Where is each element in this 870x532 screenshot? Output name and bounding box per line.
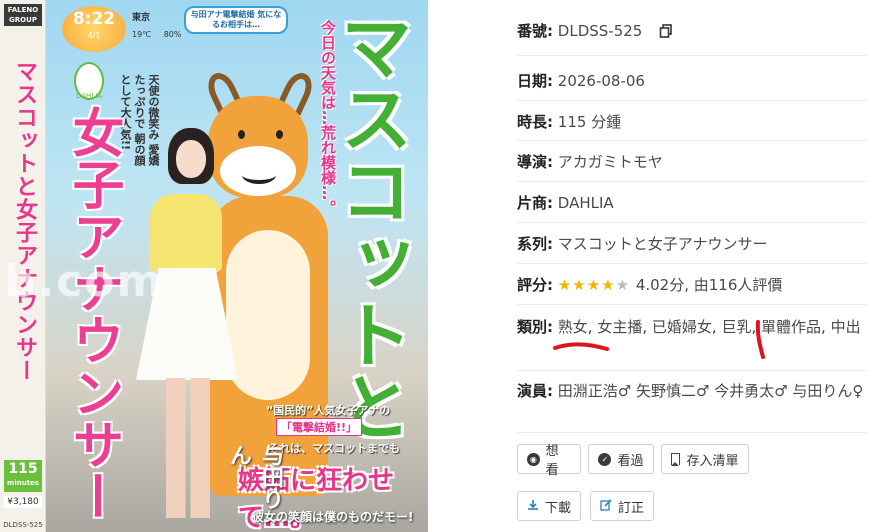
genre-link[interactable]: 中出 (831, 318, 861, 336)
divider (517, 140, 867, 141)
director-link[interactable]: アカガミトモヤ (558, 153, 663, 171)
length-label: 時長: (517, 113, 553, 131)
genre-link[interactable]: 巨乳 (721, 318, 751, 336)
divider (517, 370, 867, 371)
clock-date: 4/1 (87, 31, 101, 40)
mascot-smile (242, 166, 276, 184)
cover-actress-name: 与田りん (226, 444, 283, 510)
copy-icon[interactable] (659, 22, 673, 38)
mascot-eye-left (238, 130, 245, 139)
cover-quote-1: “国民的”人気女子アナの (266, 404, 391, 417)
genre-link[interactable]: 熟女 (558, 318, 588, 336)
watched-button[interactable]: ✓ 看過 (588, 444, 654, 474)
divider (517, 432, 867, 433)
download-label: 下載 (545, 500, 572, 516)
correct-label: 訂正 (618, 500, 645, 516)
director-row: 導演: アカガミトモヤ (517, 151, 867, 173)
clock-time: 8:22 (72, 9, 116, 29)
save-to-list-button[interactable]: 存入清單 (661, 444, 749, 474)
eye-icon: ◉ (527, 452, 540, 466)
star-icon: ★ (586, 276, 602, 294)
star-icon: ★ (572, 276, 587, 294)
minutes-value: 115 (8, 461, 38, 477)
bookmark-icon (671, 453, 681, 466)
watched-label: 看過 (617, 453, 644, 469)
divider (517, 100, 867, 101)
genre-link[interactable]: 單體作品 (761, 318, 821, 336)
faleno-logo: FALENO GROUP (4, 4, 42, 26)
divider (517, 55, 867, 56)
cover-title-main: 女子アナウンサー (63, 106, 123, 522)
series-label: 系列: (517, 235, 553, 253)
length-row: 時長: 115 分鍾 (517, 111, 867, 133)
spine-price: ¥3,180 (4, 496, 42, 508)
download-button[interactable]: 下載 (517, 491, 581, 521)
spine-code: DLDSS-525 (3, 521, 43, 529)
actor-row: 演員: 田淵正浩♂ 矢野慎二♂ 今井勇太♂ 与田りん♀ (517, 380, 867, 403)
rating-label: 評分: (517, 276, 553, 294)
star-icon: ★ (557, 276, 573, 294)
cover-quote-3: それは、マスコットまでも (268, 442, 400, 455)
date-row: 日期: 2026-08-06 (517, 70, 867, 92)
star-icon: ★ (615, 276, 631, 294)
minutes-label: minutes (7, 479, 39, 487)
length-value: 115 分鍾 (557, 113, 622, 131)
want-button[interactable]: ◉ 想看 (517, 444, 581, 478)
code-label: 番號: (517, 22, 553, 40)
weather-city: 東京 (132, 13, 151, 23)
spine-title: マスコットと女子アナウンサー (12, 60, 37, 382)
series-row: 系列: マスコットと女子アナウンサー (517, 233, 867, 255)
director-label: 導演: (517, 153, 553, 171)
weather-rain: 80% (163, 30, 182, 39)
genre-label: 類別: (517, 318, 553, 336)
news-box: 与田アナ電撃結婚 気になるお相手は… (184, 6, 288, 34)
genre-link[interactable]: 女主播 (597, 318, 642, 336)
genre-row: 類別: 熟女, 女主播, 已婚婦女, 巨乳, 單體作品, 中出 (517, 316, 867, 338)
weather-temp: 19℃ (132, 30, 152, 39)
genre-list: 熟女, 女主播, 已婚婦女, 巨乳, 單體作品, 中出 (557, 318, 861, 336)
cover-subtitle: 今日の天気は…荒れ模様…。 (319, 20, 337, 215)
cover-image[interactable]: FALENO GROUP マスコットと女子アナウンサー 115 minutes … (0, 0, 428, 532)
genre-link[interactable]: 已婚婦女 (652, 318, 712, 336)
dahlia-badge: DAHLIA (74, 62, 104, 100)
list-label: 存入清單 (686, 453, 739, 469)
mascot-belly (226, 230, 310, 400)
weather-values: 19℃ 80% (132, 30, 182, 39)
series-link[interactable]: マスコットと女子アナウンサー (558, 235, 768, 253)
studio-row: 片商: DAHLIA (517, 192, 867, 214)
woman-legs (166, 378, 210, 518)
woman-face (176, 140, 206, 178)
detail-panel: 番號: DLDSS-525 日期: 2026-08-06 時長: 115 分鍾 … (500, 0, 870, 532)
studio-label: 片商: (517, 194, 553, 212)
actor-list[interactable]: 田淵正浩♂ 矢野慎二♂ 今井勇太♂ 与田りん♀ (558, 382, 864, 400)
code-row: 番號: DLDSS-525 (517, 20, 867, 42)
divider (517, 181, 867, 182)
star-icon: ★ (601, 276, 616, 294)
mascot-eye-right (276, 130, 283, 139)
divider (517, 304, 867, 305)
want-label: 想看 (545, 444, 559, 478)
spine-minutes: 115 minutes (4, 460, 42, 492)
watermark: b.com (4, 256, 165, 307)
rating-stars-icon: ★★★★★ (558, 276, 636, 294)
actor-label: 演員: (517, 382, 553, 400)
cover-quote-2: 「電撃結婚!!」 (276, 418, 363, 436)
divider (517, 222, 867, 223)
divider (517, 263, 867, 264)
date-value: 2026-08-06 (557, 72, 645, 90)
download-icon (527, 499, 539, 513)
rating-row: 評分: ★★★★★ 4.02分, 由116人評價 (517, 274, 867, 296)
rating-text: 4.02分, 由116人評價 (635, 276, 783, 294)
date-label: 日期: (517, 72, 553, 90)
edit-icon (600, 499, 612, 513)
clock-badge: 8:22 4/1 (62, 6, 126, 52)
studio-link[interactable]: DAHLIA (558, 194, 614, 212)
check-icon: ✓ (598, 452, 612, 466)
correct-button[interactable]: 訂正 (590, 491, 654, 521)
code-value: DLDSS-525 (557, 22, 643, 40)
